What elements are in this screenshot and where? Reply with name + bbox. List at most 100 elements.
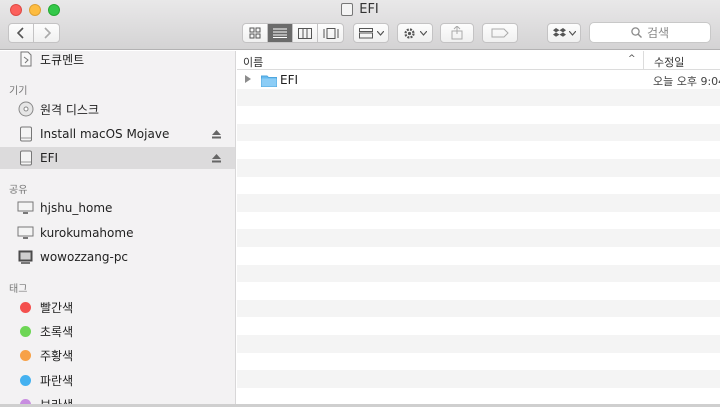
sidebar-item-label: hjshu_home [40,201,113,215]
chevron-down-icon [568,30,576,36]
tag-dot-icon [17,372,34,389]
sidebar-item-label: 원격 디스크 [40,102,100,117]
tag-icon [491,28,509,38]
sidebar-item-kurokumahome[interactable]: kurokumahome [0,222,235,244]
file-name: EFI [280,73,299,87]
icon-view-button[interactable] [243,24,268,42]
eject-button[interactable] [212,128,221,142]
pc-icon [17,249,34,266]
table-row [237,177,720,195]
share-button[interactable] [440,23,474,43]
sidebar-item-install-macos[interactable]: Install macOS Mojave [0,123,235,145]
table-row [237,158,720,177]
eject-icon [212,154,221,163]
sidebar-item-efi[interactable]: EFI [0,147,235,169]
drive-icon [17,126,34,143]
table-row [237,194,720,212]
list-view-icon [273,28,287,38]
sidebar-item-label: 초록색 [40,324,74,339]
back-button[interactable] [9,24,34,42]
table-row [237,88,720,107]
gallery-view-button[interactable] [318,24,343,42]
table-row [237,264,720,283]
table-row[interactable]: EFI 오늘 오후 9:04 [237,71,720,89]
chevron-down-icon [376,30,384,36]
column-header-date[interactable]: 수정일 [654,54,684,70]
document-icon [17,51,34,68]
column-header-name[interactable]: 이름 [243,54,263,70]
file-date: 오늘 오후 9:04 [653,75,720,88]
table-row [237,353,720,371]
arrange-icon [358,27,373,38]
drive-icon [17,150,34,167]
sidebar-item-label: wowozzang-pc [40,250,129,264]
table-row [237,106,720,124]
view-mode-control [242,23,344,43]
sidebar-item-remote-disc[interactable]: 원격 디스크 [0,98,235,120]
folder-icon [261,74,277,90]
table-row [237,247,720,265]
gallery-view-icon [323,27,338,39]
dropbox-icon [552,27,566,37]
sidebar-item-label: kurokumahome [40,226,134,240]
toolbar: EFI 검색 [0,0,720,50]
disc-icon [17,101,34,118]
forward-button[interactable] [34,24,59,42]
table-row [237,334,720,353]
sidebar-item-label: 빨간색 [40,300,74,315]
sidebar: 도큐멘트 기기 원격 디스크 Install macOS Mojave EFI [0,51,236,407]
sidebar-item-label: Install macOS Mojave [40,127,170,141]
column-view-button[interactable] [293,24,318,42]
sidebar-item-label: 파란색 [40,373,74,388]
search-icon [631,27,642,38]
window-title-text: EFI [359,2,379,17]
table-row [237,141,720,159]
drive-icon [341,3,354,16]
action-button[interactable] [397,23,433,43]
sidebar-item-label: EFI [40,151,59,165]
icon-view-icon [249,27,261,39]
share-icon [451,26,463,40]
navigation-buttons [8,23,60,43]
sidebar-section-tags: 태그 [9,284,28,295]
disclosure-triangle-icon[interactable] [245,75,251,83]
sidebar-item-label: 주황색 [40,348,74,363]
eject-icon [212,130,221,139]
sidebar-item-documents[interactable]: 도큐멘트 [0,51,235,70]
sidebar-item-tag-blue[interactable]: 파란색 [0,369,235,391]
table-row [237,370,720,388]
computer-icon [17,225,34,242]
eject-button[interactable] [212,152,221,166]
tag-dot-icon [17,323,34,340]
file-list: 이름 ^ 수정일 EFI 오늘 오후 9:04 [237,51,720,407]
computer-icon [17,200,34,217]
column-view-icon [298,27,312,39]
chevron-down-icon [420,30,427,36]
search-field[interactable]: 검색 [589,22,711,43]
gear-icon [404,27,415,39]
table-row [237,229,720,247]
chevron-right-icon [43,27,51,39]
sidebar-item-tag-red[interactable]: 빨간색 [0,296,235,318]
tag-button[interactable] [482,23,518,43]
table-row [237,317,720,335]
sidebar-item-hjshu-home[interactable]: hjshu_home [0,197,235,219]
sidebar-section-devices: 기기 [9,86,28,97]
list-view-button[interactable] [268,24,293,42]
dropbox-button[interactable] [547,23,581,43]
sidebar-item-tag-orange[interactable]: 주황색 [0,344,235,366]
group-by-button[interactable] [353,23,389,43]
tag-dot-icon [17,299,34,316]
table-row [237,282,720,300]
file-rows: EFI 오늘 오후 9:04 [237,71,720,405]
finder-window: EFI 검색 도큐멘트 기기 원격 디스크 Install macOS Moja… [0,0,720,407]
table-row [237,212,720,230]
table-row [237,299,720,318]
sidebar-item-tag-green[interactable]: 초록색 [0,320,235,342]
sidebar-item-wowozzang-pc[interactable]: wowozzang-pc [0,246,235,268]
search-placeholder: 검색 [646,26,670,40]
tag-dot-icon [17,347,34,364]
chevron-left-icon [17,27,24,39]
column-divider[interactable] [643,51,644,70]
sidebar-section-shared: 공유 [9,185,28,196]
